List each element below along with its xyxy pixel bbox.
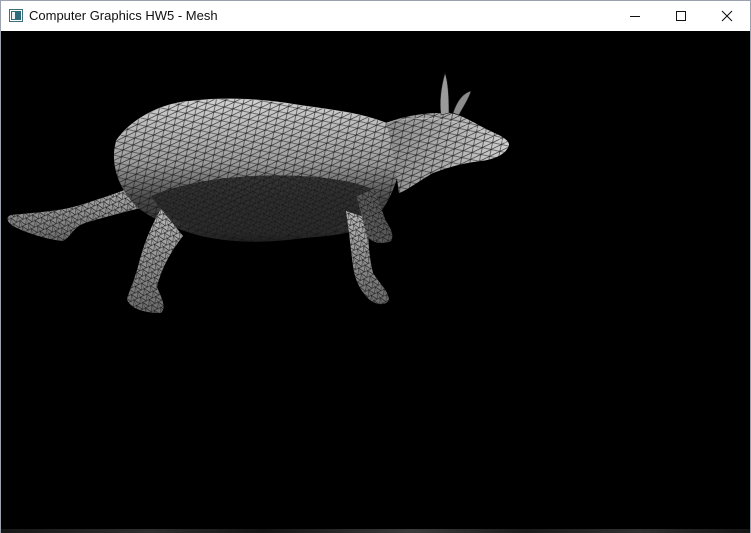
close-icon [721,10,733,22]
cow-horn-right [452,90,472,116]
render-viewport[interactable] [1,31,750,533]
cow-horn-left [439,72,450,116]
close-button[interactable] [704,1,750,31]
maximize-button[interactable] [658,1,704,31]
title-bar[interactable]: Computer Graphics HW5 - Mesh [1,1,750,31]
minimize-icon [630,16,640,17]
app-window: Computer Graphics HW5 - Mesh [0,0,751,533]
minimize-button[interactable] [612,1,658,31]
app-window-icon [9,9,23,22]
maximize-icon [676,11,686,21]
bottom-edge-artifact [1,529,750,533]
cow-mesh-render [7,72,510,313]
window-title: Computer Graphics HW5 - Mesh [29,8,218,23]
